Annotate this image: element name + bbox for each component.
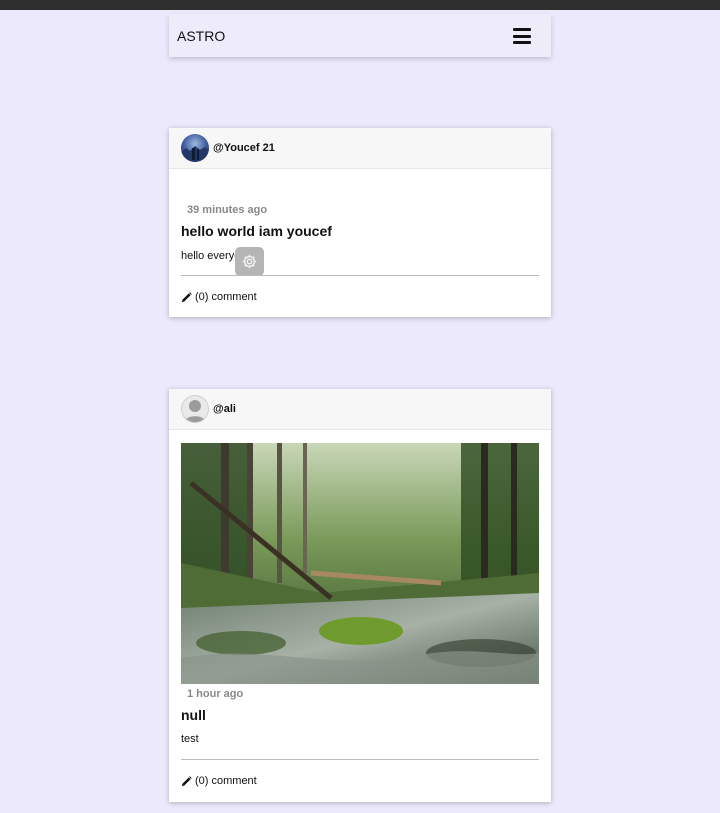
post-image[interactable] (181, 443, 539, 684)
post-username[interactable]: @Youcef 21 (213, 142, 275, 154)
comment-count: (0) comment (195, 775, 257, 787)
comment-count: (0) comment (195, 291, 257, 303)
pencil-icon (181, 291, 192, 302)
post-card: @ali 1 hour ago null test (0) comment (169, 389, 551, 802)
divider (181, 275, 539, 276)
hamburger-menu-icon[interactable] (513, 28, 531, 44)
post-title: hello world iam youcef (181, 223, 332, 239)
post-title: null (181, 707, 206, 723)
gear-icon[interactable] (235, 247, 264, 276)
post-time: 1 hour ago (187, 688, 244, 700)
post-time: 39 minutes ago (187, 204, 268, 216)
browser-top-strip (0, 0, 720, 10)
pencil-icon (181, 775, 192, 786)
avatar[interactable] (181, 395, 209, 423)
post-header: @ali (169, 389, 551, 430)
navbar: ASTRO (169, 14, 551, 57)
comment-link[interactable]: (0) comment (181, 291, 257, 303)
comment-link[interactable]: (0) comment (181, 775, 257, 787)
divider (181, 759, 539, 760)
post-header: @Youcef 21 (169, 128, 551, 169)
avatar[interactable] (181, 134, 209, 162)
post-card: @Youcef 21 39 minutes ago hello world ia… (169, 128, 551, 317)
brand-logo-text[interactable]: ASTRO (177, 28, 225, 44)
post-username[interactable]: @ali (213, 403, 236, 415)
post-body: test (181, 733, 199, 745)
